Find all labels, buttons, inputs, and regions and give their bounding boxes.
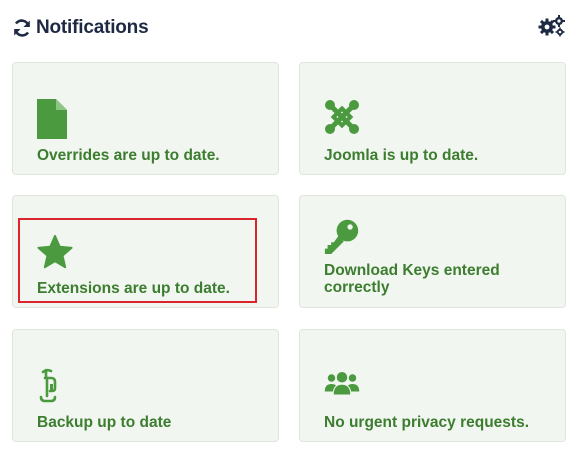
- key-icon: [324, 216, 360, 256]
- card-label: Backup up to date: [37, 414, 172, 431]
- card-label: Overrides are up to date.: [37, 147, 220, 164]
- card-backup[interactable]: Backup up to date: [12, 329, 279, 442]
- card-label: Download Keys entered correctly: [324, 262, 500, 296]
- settings-button[interactable]: [536, 14, 568, 42]
- header-title-group: Notifications: [12, 14, 149, 42]
- card-joomla[interactable]: Joomla is up to date.: [299, 62, 566, 175]
- notifications-header: Notifications: [12, 14, 568, 42]
- card-label: No urgent privacy requests.: [324, 414, 530, 431]
- joomla-logo-icon: [324, 99, 360, 139]
- card-overrides[interactable]: Overrides are up to date.: [12, 62, 279, 175]
- star-icon: [37, 232, 73, 272]
- gears-icon: [538, 14, 566, 43]
- card-label: Extensions are up to date.: [37, 280, 230, 297]
- card-keys[interactable]: Download Keys entered correctly: [299, 195, 566, 308]
- users-icon: [324, 366, 360, 406]
- page-title: Notifications: [36, 17, 149, 38]
- refresh-icon[interactable]: [12, 18, 32, 38]
- card-privacy[interactable]: No urgent privacy requests.: [299, 329, 566, 442]
- backup-icon: [37, 366, 73, 406]
- card-label: Joomla is up to date.: [324, 147, 479, 164]
- file-icon: [37, 99, 73, 139]
- card-extensions[interactable]: Extensions are up to date.: [12, 195, 279, 308]
